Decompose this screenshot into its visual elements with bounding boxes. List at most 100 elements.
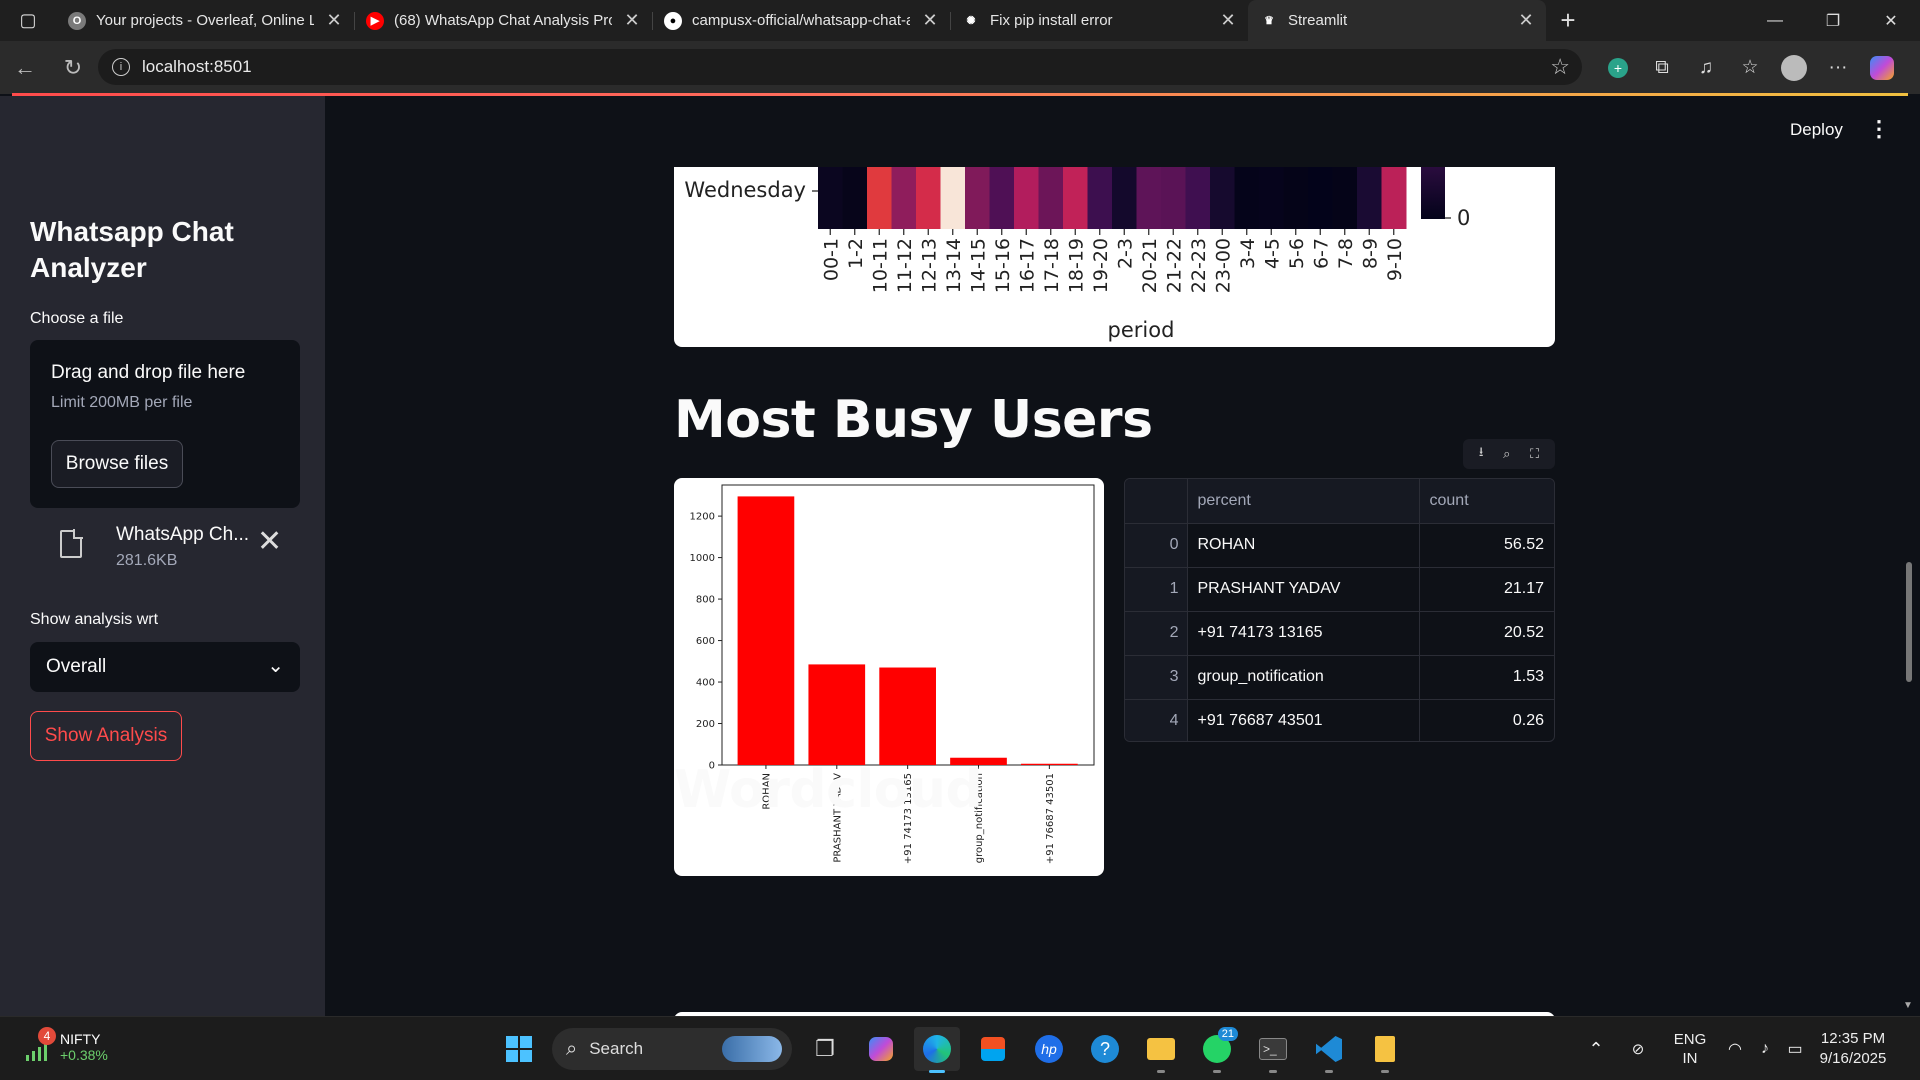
search-icon[interactable]: ⌕ (1503, 446, 1510, 462)
back-icon[interactable]: ← (2, 48, 48, 88)
heatmap-x-tick-label: 8-9 (1359, 238, 1381, 269)
site-info-icon[interactable]: i (112, 58, 130, 76)
battery-icon[interactable]: ▭ (1780, 1039, 1810, 1059)
tab-favicon-icon: ♛ (1260, 11, 1278, 30)
deploy-button[interactable]: Deploy (1790, 120, 1843, 140)
browser-tab[interactable]: O Your projects - Overleaf, Online La ✕ (56, 0, 354, 41)
terminal-icon[interactable]: >_ (1250, 1027, 1296, 1073)
browser-tab[interactable]: ● campusx-official/whatsapp-chat-a ✕ (652, 0, 950, 41)
row-index: 3 (1125, 655, 1188, 700)
copilot-icon[interactable] (1860, 48, 1904, 88)
profile-avatar[interactable] (1772, 48, 1816, 88)
heatmap-x-tick-label: 9-10 (1384, 238, 1406, 281)
hp-icon[interactable]: hp (1026, 1027, 1072, 1071)
taskbar-search[interactable]: ⌕ Search (552, 1028, 792, 1070)
edge-icon[interactable] (914, 1027, 960, 1073)
browser-tab[interactable]: ▶ (68) WhatsApp Chat Analysis Proj ✕ (354, 0, 652, 41)
heatmap-row-label: Wednesday (684, 178, 806, 202)
heatmap-x-tick-label: 6-7 (1310, 238, 1332, 269)
heatmap-cell (1308, 167, 1333, 229)
y-tick-label: 800 (696, 595, 715, 606)
copilot-add-icon[interactable]: + (1596, 48, 1640, 88)
window-controls: — ❐ ✕ (1746, 0, 1920, 41)
main-menu-icon[interactable]: ⋮ (1868, 116, 1890, 142)
search-label: Search (589, 1039, 644, 1058)
close-tab-icon[interactable]: ✕ (1516, 10, 1536, 31)
bar (1021, 763, 1078, 765)
close-tab-icon[interactable]: ✕ (324, 10, 344, 31)
heatmap-x-tick-label: 23-00 (1212, 238, 1234, 293)
download-icon[interactable]: ⭳ (1479, 443, 1484, 465)
activity-heatmap: Wednesday 00-1 1-2 10-11 11-12 12-13 13-14 14-1… (684, 167, 1470, 342)
file-name: WhatsApp Ch... (116, 524, 250, 545)
heatmap-x-tick-label: 18-19 (1065, 238, 1087, 293)
tab-actions-icon[interactable]: ▢ (0, 0, 56, 41)
remove-file-icon[interactable]: ✕ (257, 524, 282, 559)
close-tab-icon[interactable]: ✕ (622, 10, 642, 31)
row-name: +91 74173 13165 (1187, 611, 1420, 656)
heatmap-cell (1038, 167, 1064, 229)
browse-files-button[interactable]: Browse files (51, 440, 183, 488)
file-explorer-icon[interactable] (1138, 1027, 1184, 1073)
tab-title: Fix pip install error (990, 12, 1113, 29)
heatmap-card: Wednesday 00-1 1-2 10-11 11-12 12-13 13-14 14-1… (674, 167, 1555, 347)
whatsapp-icon[interactable]: 21 (1194, 1027, 1240, 1073)
fullscreen-icon[interactable]: ⛶ (1530, 446, 1539, 462)
heatmap-cell (916, 167, 941, 229)
scroll-down-icon[interactable]: ▼ (1903, 1000, 1913, 1011)
minimize-icon[interactable]: — (1746, 0, 1804, 41)
nifty-widget[interactable]: 4 NIFTY +0.38% (22, 1027, 108, 1063)
browser-tab[interactable]: ✺ Fix pip install error ✕ (950, 0, 1248, 41)
heatmap-cell (1161, 167, 1186, 229)
y-tick-label: 400 (696, 678, 715, 689)
file-dropzone[interactable]: Drag and drop file here Limit 200MB per … (30, 340, 300, 508)
tab-favicon-icon: ▶ (366, 11, 384, 30)
refresh-icon[interactable]: ↻ (50, 48, 96, 88)
row-value: 0.26 (1512, 712, 1544, 730)
network-off-icon[interactable]: ⊘ (1616, 1040, 1660, 1058)
y-tick-label: 200 (696, 719, 715, 730)
favorite-star-icon[interactable]: ☆ (1550, 54, 1570, 80)
clock[interactable]: 12:35 PM 9/16/2025 (1810, 1029, 1920, 1069)
show-analysis-button[interactable]: Show Analysis (30, 711, 182, 761)
wifi-icon[interactable]: ◠ (1720, 1039, 1750, 1059)
extensions-icon[interactable]: ⧉ (1640, 48, 1684, 88)
new-tab-button[interactable]: + (1546, 0, 1590, 41)
close-tab-icon[interactable]: ✕ (1218, 10, 1238, 31)
close-tab-icon[interactable]: ✕ (920, 10, 940, 31)
row-name: PRASHANT YADAV (1187, 567, 1420, 612)
windows-taskbar: 4 NIFTY +0.38% ⌕ Search ❐ hp ? 21 >_ ⌃ ⊘… (0, 1016, 1920, 1080)
tray-overflow-icon[interactable]: ⌃ (1576, 1039, 1616, 1060)
taskbar-apps: ⌕ Search ❐ hp ? 21 >_ (496, 1027, 1408, 1073)
volume-icon[interactable]: ♪ (1750, 1040, 1780, 1058)
vscode-icon[interactable] (1306, 1027, 1352, 1073)
close-window-icon[interactable]: ✕ (1862, 0, 1920, 41)
heatmap-x-tick-label: 17-18 (1041, 238, 1063, 293)
browser-tab[interactable]: ♛ Streamlit ✕ (1248, 0, 1546, 41)
help-icon[interactable]: ? (1082, 1027, 1128, 1071)
heatmap-x-tick-label: 14-15 (967, 238, 989, 293)
address-bar[interactable]: i localhost:8501 ☆ (98, 49, 1582, 85)
restore-icon[interactable]: ❐ (1804, 0, 1862, 41)
copilot-app-icon[interactable] (858, 1027, 904, 1071)
analysis-select[interactable]: Overall ⌄ (30, 642, 300, 692)
heatmap-x-tick-label: 4-5 (1261, 238, 1283, 269)
store-icon[interactable] (970, 1027, 1016, 1071)
heatmap-cell (867, 167, 892, 229)
wordcloud-heading: Wordcloud (674, 760, 983, 820)
busy-users-table[interactable]: percent count 0 ROHAN 56.52 1 PRASHANT YADA… (1124, 478, 1555, 742)
read-aloud-icon[interactable]: ♫ (1684, 48, 1728, 88)
favorites-icon[interactable]: ☆ (1728, 48, 1772, 88)
start-icon[interactable] (496, 1027, 542, 1071)
heatmap-x-tick-label: 10-11 (869, 238, 891, 293)
notes-icon[interactable] (1362, 1027, 1408, 1073)
heatmap-cell (989, 167, 1015, 229)
lang-line-2: IN (1682, 1050, 1698, 1067)
heatmap-x-tick-label: 3-4 (1237, 238, 1259, 269)
task-view-icon[interactable]: ❐ (802, 1027, 848, 1071)
count-header[interactable]: count (1419, 479, 1554, 524)
scrollbar[interactable] (1906, 562, 1912, 682)
more-options-icon[interactable]: ··· (1816, 48, 1860, 88)
language-indicator[interactable]: ENG IN (1660, 1030, 1720, 1068)
percent-header[interactable]: percent (1187, 479, 1420, 524)
